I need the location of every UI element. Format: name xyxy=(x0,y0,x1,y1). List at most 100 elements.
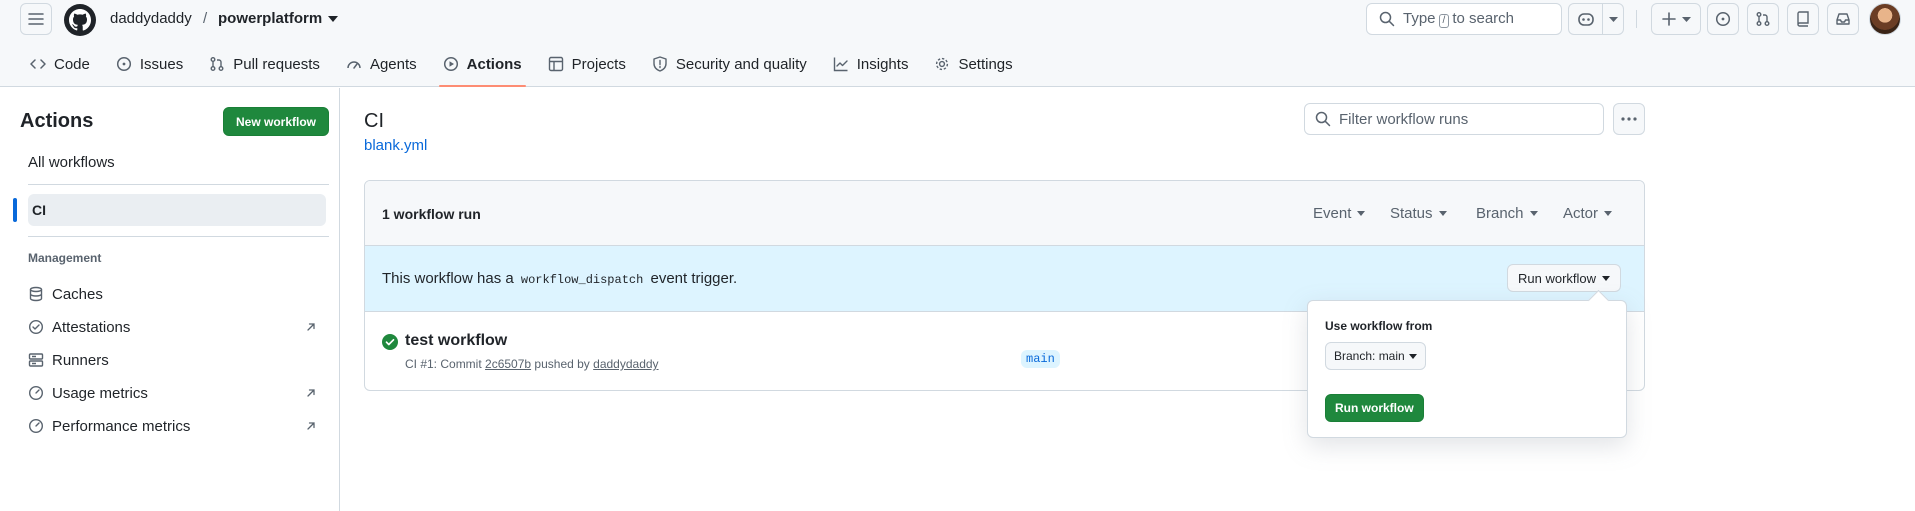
status-filter-button[interactable]: Status xyxy=(1390,205,1447,222)
run-workflow-button[interactable]: Run workflow xyxy=(1325,394,1424,422)
external-link-icon xyxy=(306,388,316,398)
run-meta: CI #1: Commit 2c6507b pushed by daddydad… xyxy=(405,357,659,371)
copilot-button-group xyxy=(1568,3,1624,35)
chevron-down-icon xyxy=(1608,16,1618,22)
tab-label: Projects xyxy=(571,55,626,73)
hamburger-icon xyxy=(28,11,44,27)
pull-request-icon xyxy=(1755,11,1771,27)
search-icon xyxy=(1315,111,1331,127)
tab-issues[interactable]: Issues xyxy=(106,48,193,80)
user-avatar[interactable] xyxy=(1869,3,1901,35)
run-title-link[interactable]: test workflow xyxy=(405,332,507,350)
chevron-down-icon xyxy=(1529,211,1538,216)
search-placeholder-prefix: Type xyxy=(1403,10,1436,27)
sidebar-title: Actions xyxy=(20,110,94,132)
repo-owner-link[interactable]: daddydaddy xyxy=(110,10,192,27)
actor-filter-button[interactable]: Actor xyxy=(1563,205,1613,222)
search-shortcut-key: / xyxy=(1438,14,1450,28)
management-heading: Management xyxy=(28,251,102,265)
dispatch-text-suffix: event trigger. xyxy=(650,270,738,287)
server-icon xyxy=(28,352,44,368)
filter-placeholder: Filter workflow runs xyxy=(1339,110,1469,128)
tab-label: Settings xyxy=(958,55,1013,73)
repo-nav: Code Issues Pull requests Agents Actions xyxy=(20,48,1029,87)
sidebar-divider xyxy=(28,236,329,237)
dispatch-message: This workflow has a workflow_dispatch ev… xyxy=(382,270,737,287)
external-link-icon xyxy=(306,421,316,431)
dispatch-text-prefix: This workflow has a xyxy=(382,270,514,287)
chevron-down-icon xyxy=(1602,275,1611,281)
repo-name-link[interactable]: powerplatform xyxy=(218,10,322,27)
search-placeholder-suffix: to search xyxy=(1452,10,1515,27)
table-icon xyxy=(548,56,564,72)
tab-agents[interactable]: Agents xyxy=(336,48,427,80)
run-workflow-popover: Use workflow from Branch: main Run workf… xyxy=(1307,300,1627,438)
repositories-button[interactable] xyxy=(1787,3,1819,35)
commit-link[interactable]: 2c6507b xyxy=(485,357,531,371)
sidebar-item-all-workflows[interactable]: All workflows xyxy=(28,154,115,171)
repo-icon xyxy=(1795,11,1811,27)
chevron-down-icon xyxy=(1604,211,1613,216)
sidebar-item-usage-metrics[interactable]: Usage metrics xyxy=(28,381,326,405)
tab-settings[interactable]: Settings xyxy=(924,48,1022,80)
sidebar-item-label: Usage metrics xyxy=(52,384,148,402)
copilot-menu-button[interactable] xyxy=(1603,4,1623,34)
sidebar-item-caches[interactable]: Caches xyxy=(28,282,326,306)
filter-workflow-runs-input[interactable]: Filter workflow runs xyxy=(1304,103,1604,135)
issue-icon xyxy=(116,56,132,72)
new-workflow-button[interactable]: New workflow xyxy=(223,107,330,136)
metrics-icon xyxy=(28,385,44,401)
tab-insights[interactable]: Insights xyxy=(823,48,919,80)
github-logo-icon[interactable] xyxy=(64,4,96,36)
plus-icon xyxy=(1661,12,1676,26)
sidebar-divider xyxy=(28,184,329,185)
graph-icon xyxy=(833,56,849,72)
menu-button[interactable] xyxy=(20,3,52,35)
sidebar-item-attestations[interactable]: Attestations xyxy=(28,315,326,339)
runs-header: 1 workflow run Event Status Branch Actor xyxy=(365,181,1644,246)
event-filter-button[interactable]: Event xyxy=(1313,205,1366,222)
workflow-file-link[interactable]: blank.yml xyxy=(364,137,427,154)
sidebar-item-performance-metrics[interactable]: Performance metrics xyxy=(28,414,326,438)
more-options-button[interactable] xyxy=(1613,103,1645,135)
agents-icon xyxy=(346,56,362,72)
play-icon xyxy=(443,56,459,72)
sidebar-item-label: Performance metrics xyxy=(52,417,191,435)
global-header: daddydaddy / powerplatform Type / to searc… xyxy=(0,0,1915,87)
metrics-icon xyxy=(28,418,44,434)
user-link[interactable]: daddydaddy xyxy=(593,357,658,371)
tab-code[interactable]: Code xyxy=(20,48,100,80)
tab-projects[interactable]: Projects xyxy=(538,48,636,80)
runs-count: 1 workflow run xyxy=(382,206,481,222)
tab-actions[interactable]: Actions xyxy=(433,48,532,87)
branch-label[interactable]: main xyxy=(1021,350,1060,368)
pull-requests-button[interactable] xyxy=(1747,3,1779,35)
sidebar-item-label: Runners xyxy=(52,351,109,369)
copilot-button[interactable] xyxy=(1569,4,1603,34)
chevron-down-icon xyxy=(1357,211,1366,216)
run-workflow-label: Run workflow xyxy=(1518,270,1597,286)
branch-select-label: Branch: main xyxy=(1334,349,1405,363)
tab-label: Pull requests xyxy=(233,55,320,73)
chevron-down-icon xyxy=(1438,211,1447,216)
copilot-icon xyxy=(1577,11,1595,27)
search-input[interactable]: Type / to search xyxy=(1366,3,1562,35)
branch-select-button[interactable]: Branch: main xyxy=(1325,342,1426,370)
tab-security[interactable]: Security and quality xyxy=(642,48,817,80)
create-new-button[interactable] xyxy=(1651,3,1701,35)
chevron-down-icon[interactable] xyxy=(328,16,338,22)
tab-label: Insights xyxy=(856,55,909,73)
run-workflow-dropdown-button[interactable]: Run workflow xyxy=(1507,264,1622,292)
inbox-button[interactable] xyxy=(1827,3,1859,35)
sidebar-item-runners[interactable]: Runners xyxy=(28,348,326,372)
workflow-title: CI xyxy=(364,110,384,132)
pull-request-icon xyxy=(209,56,225,72)
tab-pull-requests[interactable]: Pull requests xyxy=(199,48,330,80)
path-separator: / xyxy=(203,10,208,27)
sidebar-item-label: Attestations xyxy=(52,318,131,336)
issues-button[interactable] xyxy=(1707,3,1739,35)
branch-filter-button[interactable]: Branch xyxy=(1476,205,1538,222)
chevron-down-icon xyxy=(1681,16,1691,22)
sidebar-item-ci[interactable]: CI xyxy=(28,194,326,226)
kebab-horizontal-icon xyxy=(1621,117,1637,121)
